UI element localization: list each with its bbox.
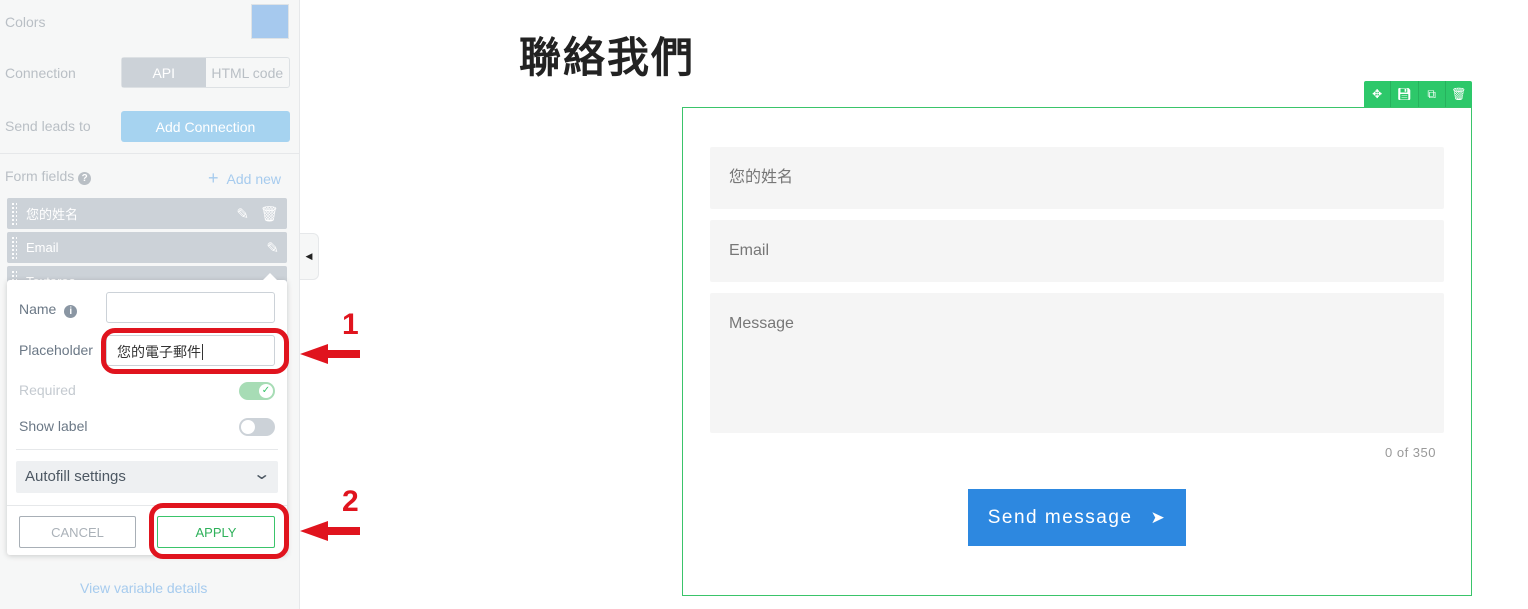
form-fields-label: Form fields ? <box>5 168 92 185</box>
info-icon: i <box>64 305 78 318</box>
character-counter: 0 of 350 <box>1385 445 1436 460</box>
caret-left-icon: ◀ <box>305 251 313 261</box>
email-field[interactable]: Email <box>710 220 1444 282</box>
view-variable-details-link[interactable]: View variable details <box>80 580 207 596</box>
block-toolbar: ✥ 💾︎ ⧉ 🗑︎ <box>1364 81 1472 107</box>
save-icon[interactable]: 💾︎ <box>1391 81 1419 107</box>
send-message-button[interactable]: Send message ➤ <box>968 489 1186 546</box>
move-icon[interactable]: ✥ <box>1364 81 1392 107</box>
divider <box>16 449 278 450</box>
plus-icon: + <box>208 168 219 188</box>
chevron-down-icon: ⌄ <box>251 466 271 483</box>
name-label-text: Name <box>19 301 57 317</box>
message-textarea[interactable]: Message <box>710 293 1444 433</box>
annotation-step-1: 1 <box>342 308 359 341</box>
required-toggle[interactable]: ✓ <box>239 382 275 400</box>
cancel-button[interactable]: CANCEL <box>19 516 136 548</box>
autofill-settings-dropdown[interactable]: Autofill settings ⌄ <box>16 461 278 493</box>
help-icon: ? <box>78 172 92 185</box>
annotation-arrow-icon <box>300 344 360 364</box>
annotation-arrow-icon <box>300 521 360 541</box>
page-title: 聯絡我們 <box>519 34 696 81</box>
name-field[interactable]: 您的姓名 <box>710 147 1444 209</box>
send-arrow-icon: ➤ <box>1150 507 1167 527</box>
annotation-highlight-apply <box>149 503 289 559</box>
drag-handle-icon[interactable] <box>11 236 17 259</box>
add-new-label: Add new <box>226 171 281 187</box>
autofill-label: Autofill settings <box>25 468 126 485</box>
drag-handle-icon[interactable] <box>11 202 17 225</box>
send-label: Send message <box>987 506 1133 528</box>
trash-icon[interactable]: 🗑 <box>260 205 279 223</box>
required-label: Required <box>19 382 76 398</box>
add-connection-button[interactable]: Add Connection <box>121 111 290 142</box>
connection-api[interactable]: API <box>122 58 206 87</box>
form-fields-text: Form fields <box>5 168 75 184</box>
pencil-icon[interactable]: ✎ <box>236 205 249 223</box>
color-swatch[interactable] <box>251 4 289 39</box>
check-icon: ✓ <box>259 384 273 398</box>
connection-toggle: API HTML code <box>121 57 290 88</box>
field-label: Email <box>26 240 59 255</box>
field-item[interactable]: Email ✎ <box>7 232 287 263</box>
duplicate-icon[interactable]: ⧉ <box>1419 81 1446 107</box>
show-label-label: Show label <box>19 418 88 434</box>
send-leads-label: Send leads to <box>5 118 91 134</box>
connection-html-code[interactable]: HTML code <box>206 58 290 87</box>
show-label-toggle[interactable] <box>239 418 275 436</box>
divider <box>0 153 300 154</box>
connection-label: Connection <box>5 65 76 81</box>
annotation-step-2: 2 <box>342 485 359 518</box>
annotation-highlight-placeholder <box>101 328 289 374</box>
trash-icon[interactable]: 🗑︎ <box>1446 81 1472 107</box>
placeholder-label: Placeholder <box>19 342 93 358</box>
add-new-field-button[interactable]: + Add new <box>208 168 281 189</box>
name-label: Name i <box>19 301 78 318</box>
field-label: 您的姓名 <box>26 207 79 222</box>
pencil-icon[interactable]: ✎ <box>266 239 279 257</box>
colors-label: Colors <box>5 14 46 30</box>
field-item[interactable]: 您的姓名 ✎ 🗑 <box>7 198 287 229</box>
name-input[interactable] <box>106 292 275 323</box>
collapse-sidebar-button[interactable]: ◀ <box>300 233 319 280</box>
